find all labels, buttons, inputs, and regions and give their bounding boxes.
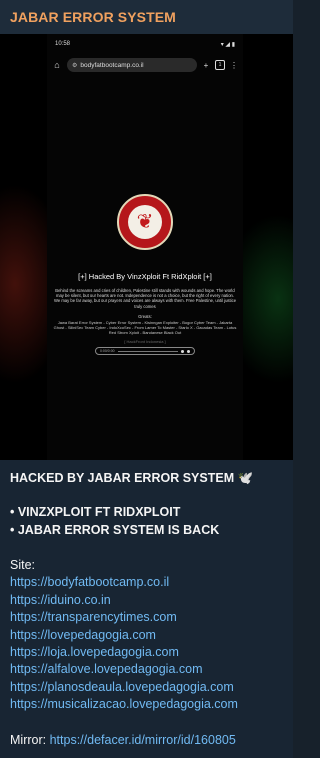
menu-icon: ⋮ <box>230 60 238 70</box>
site-link[interactable]: https://musicalizacao.lovepedagogia.com <box>10 696 238 712</box>
browser-url-bar: ⌂ ⚙ bodyfatbootcamp.co.il + 1 ⋮ <box>47 54 243 76</box>
player-time: 0:00/0:00 <box>100 349 115 353</box>
status-time: 10:58 <box>55 41 71 47</box>
volume-icon <box>181 349 184 353</box>
deface-message: Behind the screams and cries of children… <box>53 288 237 309</box>
caption-bullet-1: • VINZXPLOIT FT RIDXPLOIT <box>10 505 181 519</box>
phone-screenshot: 10:58 ▾ ◢ ▮ ⌂ ⚙ bodyfatbootcamp.co.il + … <box>47 34 243 460</box>
tab-count-icon: 1 <box>215 60 225 70</box>
site-link[interactable]: https://planosdeaula.lovepedagogia.com <box>10 679 234 695</box>
address-field: ⚙ bodyfatbootcamp.co.il <box>67 58 197 72</box>
eagle-icon: ❦ <box>136 211 154 233</box>
caption-headline: HACKED BY JABAR ERROR SYSTEM 🕊️ <box>10 471 254 485</box>
mirror-link[interactable]: https://defacer.id/mirror/id/160805 <box>50 733 236 747</box>
site-link[interactable]: https://lovepedagogia.com <box>10 627 156 643</box>
new-tab-icon: + <box>203 60 209 70</box>
channel-name[interactable]: JABAR ERROR SYSTEM <box>10 9 176 25</box>
status-icons: ▾ ◢ ▮ <box>220 41 235 48</box>
greets-teams: Jawa Barat Error System - Cyber Error Sy… <box>53 320 237 336</box>
site-link[interactable]: https://iduino.co.in <box>10 592 111 608</box>
team-emblem: ❦ <box>117 194 173 250</box>
screenshot-media[interactable]: 10:58 ▾ ◢ ▮ ⌂ ⚙ bodyfatbootcamp.co.il + … <box>0 34 293 460</box>
message-caption: HACKED BY JABAR ERROR SYSTEM 🕊️ • VINZXP… <box>0 460 293 758</box>
phone-status-bar: 10:58 ▾ ◢ ▮ <box>47 34 243 54</box>
caption-bullet-2: • JABAR ERROR SYSTEM IS BACK <box>10 523 220 537</box>
home-icon: ⌂ <box>54 60 60 70</box>
site-link[interactable]: https://loja.lovepedagogia.com <box>10 644 179 660</box>
mirror-line: Mirror: https://defacer.id/mirror/id/160… <box>10 732 236 748</box>
player-progress <box>117 350 178 352</box>
message-card: JABAR ERROR SYSTEM 10:58 ▾ ◢ ▮ ⌂ ⚙ bodyf… <box>0 0 293 758</box>
site-link[interactable]: https://transparencytimes.com <box>10 609 177 625</box>
hacker-tag: [ HackFront Indonesia ] <box>124 339 166 344</box>
channel-header[interactable]: JABAR ERROR SYSTEM <box>0 0 293 34</box>
site-settings-icon: ⚙ <box>72 62 78 69</box>
site-link[interactable]: https://alfalove.lovepedagogia.com <box>10 661 203 677</box>
greets-label: Greats: <box>138 314 152 319</box>
audio-player: 0:00/0:00 <box>95 347 195 355</box>
mirror-label: Mirror: <box>10 733 47 747</box>
more-icon <box>187 349 190 353</box>
address-url: bodyfatbootcamp.co.il <box>80 61 144 69</box>
deface-title: [+] Hacked By VinzXploit Ft RidXploit [+… <box>78 272 212 281</box>
site-link[interactable]: https://bodyfatbootcamp.co.il <box>10 574 169 590</box>
site-label: Site: <box>10 558 36 572</box>
